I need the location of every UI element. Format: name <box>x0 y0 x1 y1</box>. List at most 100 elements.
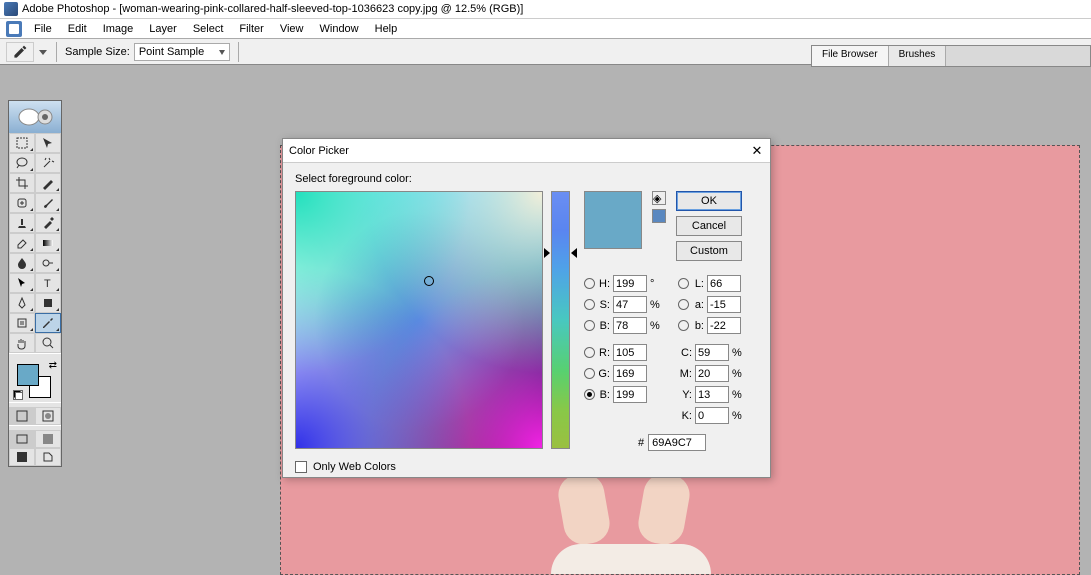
notes-tool[interactable] <box>9 313 35 333</box>
input-lb[interactable] <box>707 317 741 334</box>
input-bc[interactable] <box>613 386 647 403</box>
label-lb: b: <box>692 320 704 332</box>
menubar: File Edit Image Layer Select Filter View… <box>0 19 1091 39</box>
unit-pct: % <box>650 299 660 311</box>
standard-mode-icon[interactable] <box>9 407 35 425</box>
color-field-cursor <box>424 276 434 286</box>
dialog-titlebar[interactable]: Color Picker ✕ <box>283 139 770 163</box>
quickmask-mode-icon[interactable] <box>35 407 61 425</box>
screen-fullmenu-icon[interactable] <box>35 430 61 448</box>
jump-to-icon[interactable] <box>35 448 61 466</box>
menu-view[interactable]: View <box>272 21 312 37</box>
radio-g[interactable] <box>584 368 595 379</box>
radio-s[interactable] <box>584 299 595 310</box>
custom-button[interactable]: Custom <box>676 241 742 261</box>
label-s: S: <box>598 299 610 311</box>
marquee-tool[interactable] <box>9 133 35 153</box>
input-y[interactable] <box>695 386 729 403</box>
gamut-warning-icon[interactable]: ◈ <box>652 191 666 205</box>
radio-bc[interactable] <box>584 389 595 400</box>
pen-tool[interactable] <box>9 293 35 313</box>
slice-tool[interactable] <box>35 173 61 193</box>
sample-size-value: Point Sample <box>139 46 204 58</box>
color-field[interactable] <box>295 191 543 449</box>
input-h[interactable] <box>613 275 647 292</box>
gradient-tool[interactable] <box>35 233 61 253</box>
eraser-tool[interactable] <box>9 233 35 253</box>
menu-file[interactable]: File <box>26 21 60 37</box>
active-tool-eyedropper-icon[interactable] <box>6 42 34 62</box>
label-k: K: <box>678 410 692 422</box>
input-g[interactable] <box>613 365 647 382</box>
photoshop-icon[interactable] <box>6 21 22 37</box>
hand-tool[interactable] <box>9 333 35 353</box>
websafe-swatch-icon[interactable] <box>652 209 666 223</box>
zoom-tool[interactable] <box>35 333 61 353</box>
blur-tool[interactable] <box>9 253 35 273</box>
input-hex[interactable] <box>648 434 706 451</box>
menu-window[interactable]: Window <box>312 21 367 37</box>
input-bv[interactable] <box>613 317 647 334</box>
history-brush-tool[interactable] <box>35 213 61 233</box>
input-c[interactable] <box>695 344 729 361</box>
current-color-swatch[interactable] <box>585 220 641 248</box>
radio-l[interactable] <box>678 278 689 289</box>
input-r[interactable] <box>613 344 647 361</box>
menu-select[interactable]: Select <box>185 21 232 37</box>
label-a: a: <box>692 299 704 311</box>
menu-filter[interactable]: Filter <box>231 21 271 37</box>
web-colors-checkbox[interactable] <box>295 461 307 473</box>
color-picker-dialog: Color Picker ✕ Select foreground color: <box>282 138 771 478</box>
unit-deg: ° <box>650 278 660 290</box>
radio-h[interactable] <box>584 278 595 289</box>
hue-slider[interactable] <box>551 191 570 449</box>
tab-brushes[interactable]: Brushes <box>889 46 947 66</box>
close-icon[interactable]: ✕ <box>750 144 764 158</box>
unit-pct: % <box>732 410 742 422</box>
brush-tool[interactable] <box>35 193 61 213</box>
shape-tool[interactable] <box>35 293 61 313</box>
magic-wand-tool[interactable] <box>35 153 61 173</box>
palette-well: File Browser Brushes <box>811 45 1091 67</box>
radio-lb[interactable] <box>678 320 689 331</box>
menu-edit[interactable]: Edit <box>60 21 95 37</box>
default-colors-icon[interactable] <box>13 390 23 400</box>
crop-tool[interactable] <box>9 173 35 193</box>
input-l[interactable] <box>707 275 741 292</box>
radio-a[interactable] <box>678 299 689 310</box>
label-l: L: <box>692 278 704 290</box>
input-k[interactable] <box>695 407 729 424</box>
input-m[interactable] <box>695 365 729 382</box>
swap-colors-icon[interactable]: ⇄ <box>49 360 57 371</box>
input-s[interactable] <box>613 296 647 313</box>
toolbox: T ⇄ <box>8 100 62 467</box>
clone-stamp-tool[interactable] <box>9 213 35 233</box>
move-tool[interactable] <box>35 133 61 153</box>
tab-file-browser[interactable]: File Browser <box>812 46 889 66</box>
label-c: C: <box>678 347 692 359</box>
lasso-tool[interactable] <box>9 153 35 173</box>
menu-image[interactable]: Image <box>95 21 142 37</box>
radio-bv[interactable] <box>584 320 595 331</box>
radio-r[interactable] <box>584 347 595 358</box>
type-tool[interactable]: T <box>35 273 61 293</box>
menu-layer[interactable]: Layer <box>141 21 185 37</box>
input-a[interactable] <box>707 296 741 313</box>
path-selection-tool[interactable] <box>9 273 35 293</box>
cancel-button[interactable]: Cancel <box>676 216 742 236</box>
toolbox-header-icon[interactable] <box>9 101 61 133</box>
svg-text:T: T <box>44 278 51 290</box>
color-preview <box>584 191 642 249</box>
label-bc: B: <box>598 389 610 401</box>
ok-button[interactable]: OK <box>676 191 742 211</box>
screen-standard-icon[interactable] <box>9 430 35 448</box>
tool-preset-dropdown-icon[interactable] <box>38 47 48 57</box>
menu-help[interactable]: Help <box>367 21 406 37</box>
healing-brush-tool[interactable] <box>9 193 35 213</box>
sample-size-select[interactable]: Point Sample <box>134 43 230 61</box>
screen-full-icon[interactable] <box>9 448 35 466</box>
dodge-tool[interactable] <box>35 253 61 273</box>
eyedropper-tool[interactable] <box>35 313 61 333</box>
foreground-color-swatch[interactable] <box>17 364 39 386</box>
unit-pct: % <box>732 368 742 380</box>
